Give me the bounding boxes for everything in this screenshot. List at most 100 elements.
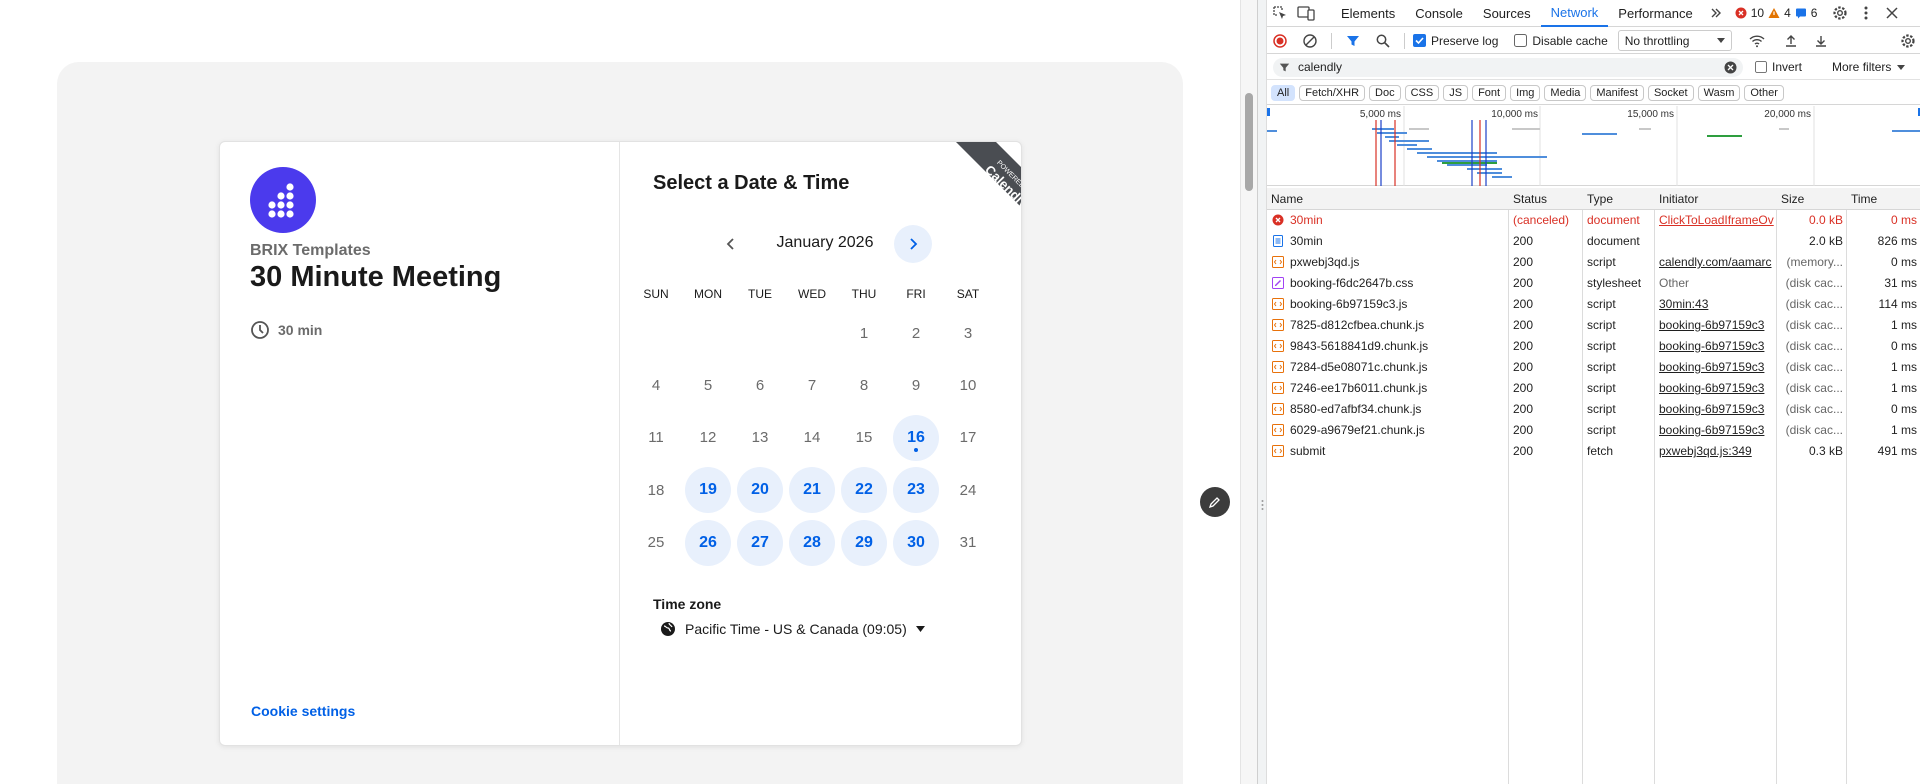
issue-counters[interactable]: 10 4 6 <box>1735 6 1817 20</box>
type-filter-socket[interactable]: Socket <box>1647 84 1694 101</box>
cell-initiator[interactable]: ClickToLoadIframeOv <box>1659 213 1776 227</box>
filter-toggle-button[interactable] <box>1340 28 1366 54</box>
tab-console[interactable]: Console <box>1405 0 1473 27</box>
calendar-day[interactable]: 21 <box>786 464 838 516</box>
network-overview-timeline[interactable]: 5,000 ms 10,000 ms 15,000 ms 20,000 ms <box>1267 106 1920 186</box>
type-filter-css[interactable]: CSS <box>1404 84 1440 101</box>
timezone-select[interactable]: Pacific Time - US & Canada (09:05) <box>660 621 925 637</box>
table-row[interactable]: 30min (canceled) document ClickToLoadIframe… <box>1267 210 1920 231</box>
day-number: 13 <box>751 429 769 447</box>
page-scrollbar[interactable] <box>1240 0 1257 784</box>
type-filter-wasm[interactable]: Wasm <box>1697 84 1741 101</box>
close-devtools-button[interactable] <box>1879 0 1905 26</box>
cell-initiator[interactable]: booking-6b97159c3 <box>1659 402 1776 416</box>
table-row[interactable]: 7825-d812cfbea.chunk.js 200 script booking-… <box>1267 315 1920 336</box>
inspect-element-button[interactable] <box>1267 0 1293 26</box>
clear-filter-icon[interactable] <box>1724 61 1737 74</box>
preserve-log-toggle[interactable]: Preserve log <box>1413 34 1498 48</box>
clear-button[interactable] <box>1297 28 1323 54</box>
next-month-button[interactable] <box>894 225 932 263</box>
table-row[interactable]: 6029-a9679ef21.chunk.js 200 script booking-… <box>1267 420 1920 441</box>
device-toolbar-button[interactable] <box>1293 0 1319 26</box>
network-settings-button[interactable] <box>1895 28 1920 54</box>
table-row[interactable]: 30min 200 document 2.0 kB 826 ms <box>1267 231 1920 252</box>
throttling-select[interactable]: No throttling <box>1617 30 1732 51</box>
filter-input-wrap[interactable]: calendly <box>1273 57 1743 77</box>
table-row[interactable]: pxwebj3qd.js 200 script calendly.com/aamarc… <box>1267 252 1920 273</box>
tab-performance[interactable]: Performance <box>1608 0 1702 27</box>
col-time-header[interactable]: Time <box>1851 192 1877 206</box>
cell-initiator[interactable]: Other <box>1659 276 1776 290</box>
table-row[interactable]: 9843-5618841d9.chunk.js 200 script booking-… <box>1267 336 1920 357</box>
record-button[interactable] <box>1267 28 1293 54</box>
disable-cache-label: Disable cache <box>1532 33 1608 48</box>
type-filter-fetchxhr[interactable]: Fetch/XHR <box>1299 84 1366 101</box>
edit-button[interactable] <box>1200 487 1230 517</box>
prev-month-button[interactable] <box>717 230 745 258</box>
col-size-header[interactable]: Size <box>1781 192 1804 206</box>
disable-cache-toggle[interactable]: Disable cache <box>1514 33 1608 48</box>
devtools-content: Elements Console Sources Network Perform… <box>1267 0 1920 784</box>
customize-menu-button[interactable] <box>1853 0 1879 26</box>
table-row[interactable]: booking-f6dc2647b.css 200 stylesheet Other (… <box>1267 273 1920 294</box>
more-filters-button[interactable]: More filters <box>1832 60 1906 74</box>
select-date-title: Select a Date & Time <box>653 172 850 194</box>
type-filter-other[interactable]: Other <box>1744 84 1784 101</box>
table-row[interactable]: 8580-ed7afbf34.chunk.js 200 script booking-… <box>1267 399 1920 420</box>
type-filter-js[interactable]: JS <box>1443 84 1469 101</box>
checkbox-checked-icon[interactable] <box>1413 34 1426 47</box>
cell-name: 30min <box>1290 234 1323 248</box>
tab-elements[interactable]: Elements <box>1331 0 1405 27</box>
calendar-day[interactable]: 23 <box>890 464 942 516</box>
checkbox-empty-icon[interactable] <box>1514 34 1528 47</box>
cell-initiator[interactable]: booking-6b97159c3 <box>1659 318 1776 332</box>
col-initiator-header[interactable]: Initiator <box>1659 192 1698 206</box>
network-conditions-button[interactable] <box>1744 28 1770 54</box>
type-filter-manifest[interactable]: Manifest <box>1590 84 1644 101</box>
type-filter-doc[interactable]: Doc <box>1369 84 1401 101</box>
inspect-icon <box>1273 6 1286 19</box>
calendar-day[interactable]: 22 <box>838 464 890 516</box>
calendar-day[interactable]: 19 <box>682 464 734 516</box>
calendar-day[interactable]: 30 <box>890 517 942 569</box>
calendar-day[interactable]: 29 <box>838 517 890 569</box>
tab-sources[interactable]: Sources <box>1473 0 1541 27</box>
table-row[interactable]: 7284-d5e08071c.chunk.js 200 script booking-… <box>1267 357 1920 378</box>
cell-initiator[interactable]: booking-6b97159c3 <box>1659 381 1776 395</box>
col-status-header[interactable]: Status <box>1513 192 1547 206</box>
type-filter-font[interactable]: Font <box>1472 84 1507 101</box>
calendar-day[interactable]: 20 <box>734 464 786 516</box>
cell-initiator[interactable]: booking-6b97159c3 <box>1659 339 1776 353</box>
cell-initiator[interactable]: calendly.com/aamarc <box>1659 255 1776 269</box>
settings-button[interactable] <box>1827 0 1853 26</box>
search-button[interactable] <box>1370 28 1396 54</box>
devtools-resize-handle[interactable] <box>1258 0 1267 784</box>
calendar-day[interactable]: 27 <box>734 517 786 569</box>
col-type-header[interactable]: Type <box>1587 192 1613 206</box>
invert-toggle[interactable]: Invert <box>1755 60 1802 74</box>
more-tabs-button[interactable] <box>1703 0 1729 26</box>
cell-initiator[interactable]: booking-6b97159c3 <box>1659 423 1776 437</box>
cookie-settings-link[interactable]: Cookie settings <box>251 703 355 719</box>
filter-input[interactable]: calendly <box>1298 60 1716 74</box>
export-har-button[interactable] <box>1808 28 1834 54</box>
org-logo <box>250 167 316 233</box>
import-har-button[interactable] <box>1778 28 1804 54</box>
tab-network[interactable]: Network <box>1540 0 1609 27</box>
calendar-day[interactable]: 26 <box>682 517 734 569</box>
type-filter-img[interactable]: Img <box>1510 84 1541 101</box>
table-row[interactable]: submit 200 fetch pxwebj3qd.js:349 0.3 kB 491 … <box>1267 441 1920 462</box>
script-resource-icon <box>1272 340 1284 352</box>
col-name-header[interactable]: Name <box>1271 192 1303 206</box>
scrollbar-thumb[interactable] <box>1245 93 1253 191</box>
cell-initiator[interactable]: 30min:43 <box>1659 297 1776 311</box>
cell-initiator[interactable]: pxwebj3qd.js:349 <box>1659 444 1776 458</box>
calendar-day[interactable]: 16 <box>890 412 942 464</box>
checkbox-empty-icon[interactable] <box>1755 61 1767 73</box>
type-filter-media[interactable]: Media <box>1544 84 1587 101</box>
table-row[interactable]: 7246-ee17b6011.chunk.js 200 script booking-… <box>1267 378 1920 399</box>
type-filter-all[interactable]: All <box>1271 84 1296 101</box>
table-row[interactable]: booking-6b97159c3.js 200 script 30min:43 (di… <box>1267 294 1920 315</box>
calendar-day[interactable]: 28 <box>786 517 838 569</box>
cell-initiator[interactable]: booking-6b97159c3 <box>1659 360 1776 374</box>
